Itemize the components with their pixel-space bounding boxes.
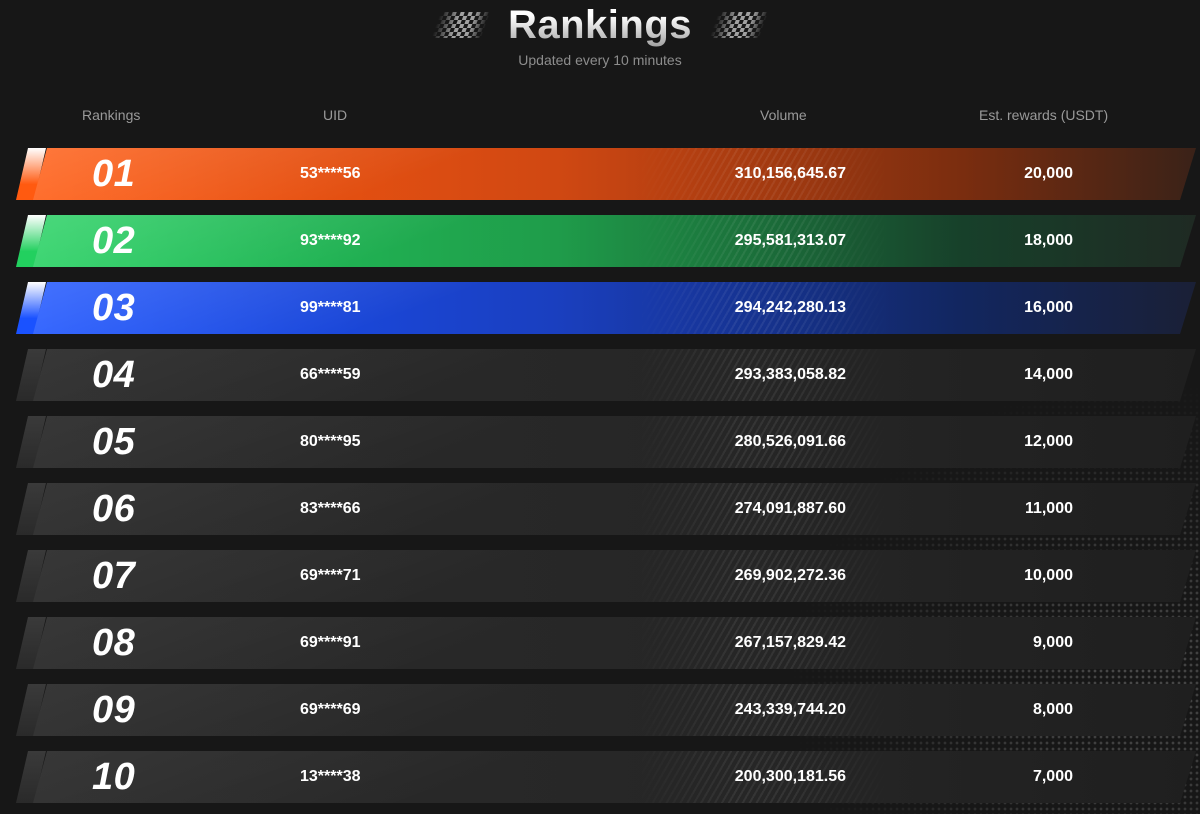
uid-cell: 80****95: [300, 433, 361, 450]
row-bar: [33, 617, 1196, 669]
volume-cell: 280,526,091.66: [734, 433, 846, 450]
rankings-page: Rankings Updated every 10 minutes Rankin…: [0, 0, 1200, 814]
reward-cell: 7,000: [1032, 768, 1073, 785]
row-bar: [33, 282, 1196, 334]
reward-cell: 16,000: [1024, 299, 1073, 316]
checkered-flag-icon: [709, 12, 769, 38]
row-bar: [33, 684, 1196, 736]
volume-cell: 295,581,313.07: [734, 232, 846, 249]
table-row: 02 93****92 295,581,313.07 18,000: [0, 215, 1200, 267]
header: Rankings Updated every 10 minutes: [0, 0, 1200, 80]
volume-cell: 200,300,181.56: [734, 768, 846, 785]
page-title: Rankings: [507, 3, 693, 47]
row-bar: [33, 215, 1196, 267]
column-header-rewards: Est. rewards (USDT): [979, 107, 1109, 123]
volume-cell: 294,242,280.13: [734, 299, 846, 316]
row-bar: [33, 416, 1196, 468]
rank-number: 01: [92, 153, 136, 195]
rank-number: 08: [92, 622, 136, 664]
volume-cell: 269,902,272.36: [734, 567, 846, 584]
table-row: 04 66****59 293,383,058.82 14,000: [0, 349, 1200, 401]
column-header-rankings: Rankings: [82, 107, 141, 123]
reward-cell: 18,000: [1024, 232, 1073, 249]
volume-cell: 267,157,829.42: [734, 634, 846, 651]
rank-number: 04: [92, 354, 136, 396]
rank-number: 09: [92, 689, 136, 731]
uid-cell: 66****59: [300, 366, 361, 383]
row-bar: [33, 349, 1196, 401]
column-header-uid: UID: [323, 107, 348, 123]
uid-cell: 13****38: [300, 768, 361, 785]
uid-cell: 99****81: [300, 299, 361, 316]
update-subtitle: Updated every 10 minutes: [518, 52, 682, 68]
uid-cell: 69****91: [300, 634, 361, 651]
table-row: 03 99****81 294,242,280.13 16,000: [0, 282, 1200, 334]
volume-cell: 310,156,645.67: [734, 165, 846, 182]
volume-cell: 293,383,058.82: [734, 366, 846, 383]
volume-cell: 274,091,887.60: [734, 500, 846, 517]
row-bar: [33, 550, 1196, 602]
reward-cell: 14,000: [1024, 366, 1073, 383]
row-bar: [33, 148, 1196, 200]
column-header-volume: Volume: [760, 107, 807, 123]
row-bar: [33, 751, 1196, 803]
reward-cell: 20,000: [1024, 165, 1073, 182]
table-row: 09 69****69 243,339,744.20 8,000: [0, 684, 1200, 736]
rank-number: 10: [92, 756, 136, 798]
reward-cell: 8,000: [1032, 701, 1073, 718]
uid-cell: 69****69: [300, 701, 361, 718]
checkered-flag-icon: [431, 12, 491, 38]
table-row: 08 69****91 267,157,829.42 9,000: [0, 617, 1200, 669]
reward-cell: 10,000: [1024, 567, 1073, 584]
table-row: 01 53****56 310,156,645.67 20,000: [0, 148, 1200, 200]
uid-cell: 83****66: [300, 500, 361, 517]
rank-number: 07: [92, 555, 136, 597]
rank-number: 05: [92, 421, 136, 463]
rank-number: 02: [92, 220, 136, 262]
title-row: Rankings: [431, 2, 769, 48]
uid-cell: 69****71: [300, 567, 361, 584]
reward-cell: 11,000: [1024, 500, 1073, 517]
row-bar: [33, 483, 1196, 535]
rank-number: 06: [92, 488, 136, 530]
uid-cell: 53****56: [300, 165, 361, 182]
table-row: 06 83****66 274,091,887.60 11,000: [0, 483, 1200, 535]
volume-cell: 243,339,744.20: [734, 701, 846, 718]
table-row: 07 69****71 269,902,272.36 10,000: [0, 550, 1200, 602]
table-row: 05 80****95 280,526,091.66 12,000: [0, 416, 1200, 468]
rank-number: 03: [92, 287, 136, 329]
reward-cell: 9,000: [1032, 634, 1073, 651]
reward-cell: 12,000: [1024, 433, 1073, 450]
uid-cell: 93****92: [300, 232, 361, 249]
table-row: 10 13****38 200,300,181.56 7,000: [0, 751, 1200, 803]
